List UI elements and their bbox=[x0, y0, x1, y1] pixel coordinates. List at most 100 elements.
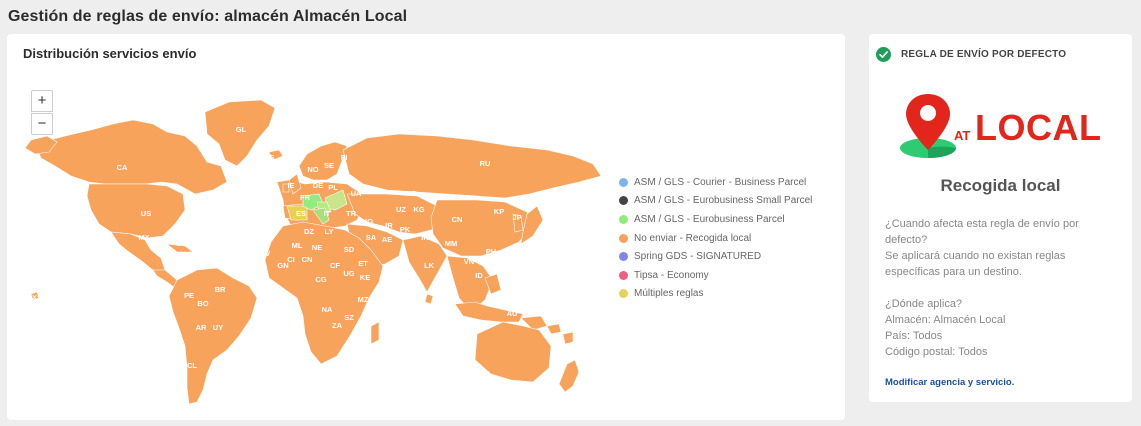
svg-text:RU: RU bbox=[480, 159, 491, 168]
svg-text:LK: LK bbox=[424, 261, 435, 270]
svg-text:DZ: DZ bbox=[304, 227, 314, 236]
svg-text:CG: CG bbox=[315, 275, 326, 284]
legend-dot bbox=[619, 214, 628, 224]
svg-text:XS: XS bbox=[32, 293, 42, 302]
legend-item[interactable]: No enviar - Recogida local bbox=[619, 229, 812, 248]
svg-text:ML: ML bbox=[292, 241, 303, 250]
svg-text:AU: AU bbox=[507, 309, 518, 318]
svg-text:CU: CU bbox=[176, 239, 187, 248]
svg-text:SZ: SZ bbox=[344, 313, 354, 322]
svg-text:CN: CN bbox=[452, 215, 463, 224]
svg-text:JP: JP bbox=[512, 213, 521, 222]
svg-text:PL: PL bbox=[328, 183, 338, 192]
svg-text:AR: AR bbox=[196, 323, 207, 332]
check-circle-icon bbox=[876, 47, 891, 62]
svg-text:MX: MX bbox=[138, 233, 149, 242]
service-name: Recogida local bbox=[940, 176, 1061, 195]
map-card: Distribución servicios envío GL IS NO SE… bbox=[7, 34, 845, 420]
svg-text:KE: KE bbox=[360, 273, 370, 282]
svg-text:SB: SB bbox=[542, 283, 553, 292]
svg-text:US: US bbox=[141, 209, 151, 218]
svg-text:IS: IS bbox=[267, 153, 274, 162]
legend-label: Tipsa - Economy bbox=[634, 269, 709, 281]
zoom-in-button[interactable]: + bbox=[31, 90, 53, 112]
svg-text:ES: ES bbox=[296, 209, 306, 218]
legend-label: ASM / GLS - Eurobusiness Parcel bbox=[634, 213, 785, 225]
rule-answer-when: Se aplicará cuando no existan reglas esp… bbox=[885, 250, 1066, 278]
svg-text:MM: MM bbox=[445, 239, 458, 248]
rule-warehouse: Almacén: Almacén Local bbox=[885, 314, 1006, 326]
svg-text:VU: VU bbox=[558, 295, 568, 304]
svg-text:SE: SE bbox=[324, 161, 334, 170]
svg-text:AE: AE bbox=[382, 235, 392, 244]
svg-text:NE: NE bbox=[312, 243, 322, 252]
legend-label: No enviar - Recogida local bbox=[634, 232, 752, 244]
svg-text:MZ: MZ bbox=[358, 295, 369, 304]
legend-label: Spring GDS - SIGNATURED bbox=[634, 251, 762, 263]
svg-text:PG: PG bbox=[520, 281, 531, 290]
legend-label: ASM / GLS - Eurobusiness Small Parcel bbox=[634, 195, 813, 207]
legend-item[interactable]: Spring GDS - SIGNATURED bbox=[619, 247, 812, 266]
svg-text:SD: SD bbox=[344, 245, 355, 254]
default-rule-card: REGLA DE ENVÍO POR DEFECTO AT LOCAL Reco… bbox=[869, 34, 1132, 402]
svg-text:NZ: NZ bbox=[562, 345, 572, 354]
svg-text:CN: CN bbox=[302, 255, 313, 264]
svg-text:VN: VN bbox=[464, 257, 474, 266]
svg-text:CF: CF bbox=[330, 261, 340, 270]
svg-text:GT: GT bbox=[156, 249, 167, 258]
zoom-out-button[interactable]: − bbox=[31, 113, 53, 135]
svg-text:IR: IR bbox=[385, 221, 393, 230]
svg-text:BO: BO bbox=[197, 299, 208, 308]
svg-text:CV: CV bbox=[260, 249, 270, 258]
svg-text:BR: BR bbox=[215, 285, 226, 294]
svg-text:GL: GL bbox=[236, 125, 247, 134]
legend-item[interactable]: ASM / GLS - Courier - Business Parcel bbox=[619, 173, 812, 192]
svg-text:ET: ET bbox=[358, 259, 368, 268]
svg-text:KZ: KZ bbox=[406, 189, 416, 198]
svg-text:PE: PE bbox=[184, 291, 194, 300]
svg-text:PK: PK bbox=[400, 225, 411, 234]
svg-text:ID: ID bbox=[475, 271, 483, 280]
legend-dot bbox=[619, 252, 628, 262]
legend-item[interactable]: Múltiples reglas bbox=[619, 285, 812, 304]
rule-country: País: Todos bbox=[885, 330, 943, 342]
svg-text:UY: UY bbox=[213, 323, 223, 332]
svg-text:PH: PH bbox=[486, 247, 496, 256]
logo-local-text: LOCAL bbox=[975, 107, 1101, 148]
map-legend: ASM / GLS - Courier - Business Parcel AS… bbox=[619, 173, 812, 303]
svg-text:IT: IT bbox=[324, 209, 331, 218]
svg-text:UA: UA bbox=[351, 189, 362, 198]
legend-item[interactable]: ASM / GLS - Eurobusiness Parcel bbox=[619, 210, 812, 229]
legend-item[interactable]: Tipsa - Economy bbox=[619, 266, 812, 285]
svg-text:NA: NA bbox=[322, 305, 333, 314]
svg-text:CO: CO bbox=[183, 265, 194, 274]
modify-agency-link[interactable]: Modificar agencia y servicio. bbox=[885, 377, 1014, 388]
legend-dot bbox=[619, 289, 628, 299]
svg-text:LY: LY bbox=[325, 227, 334, 236]
svg-text:CA: CA bbox=[117, 163, 128, 172]
rule-postal-code: Código postal: Todos bbox=[885, 346, 988, 358]
svg-text:CL: CL bbox=[187, 361, 197, 370]
svg-text:DE: DE bbox=[313, 181, 323, 190]
svg-text:IQ: IQ bbox=[365, 217, 373, 226]
svg-text:FI: FI bbox=[341, 153, 348, 162]
page-title: Gestión de reglas de envío: almacén Alma… bbox=[8, 8, 408, 25]
at-local-logo: AT LOCAL bbox=[900, 94, 1101, 158]
rule-question-where: ¿Dónde aplica? bbox=[885, 298, 963, 310]
svg-text:UZ: UZ bbox=[396, 205, 406, 214]
svg-text:TR: TR bbox=[346, 209, 357, 218]
legend-item[interactable]: ASM / GLS - Eurobusiness Small Parcel bbox=[619, 192, 812, 211]
legend-dot bbox=[619, 233, 628, 243]
legend-label: ASM / GLS - Courier - Business Parcel bbox=[634, 176, 807, 188]
legend-dot bbox=[619, 196, 628, 206]
rule-header: REGLA DE ENVÍO POR DEFECTO bbox=[876, 47, 1066, 62]
legend-dot bbox=[619, 270, 628, 280]
svg-text:IN: IN bbox=[421, 233, 429, 242]
legend-label: Múltiples reglas bbox=[634, 288, 704, 300]
legend-dot bbox=[619, 177, 628, 187]
svg-text:SA: SA bbox=[366, 233, 377, 242]
svg-text:IE: IE bbox=[287, 181, 294, 190]
svg-text:UG: UG bbox=[343, 269, 354, 278]
svg-text:GY: GY bbox=[204, 259, 215, 268]
rule-header-title: REGLA DE ENVÍO POR DEFECTO bbox=[901, 49, 1067, 60]
